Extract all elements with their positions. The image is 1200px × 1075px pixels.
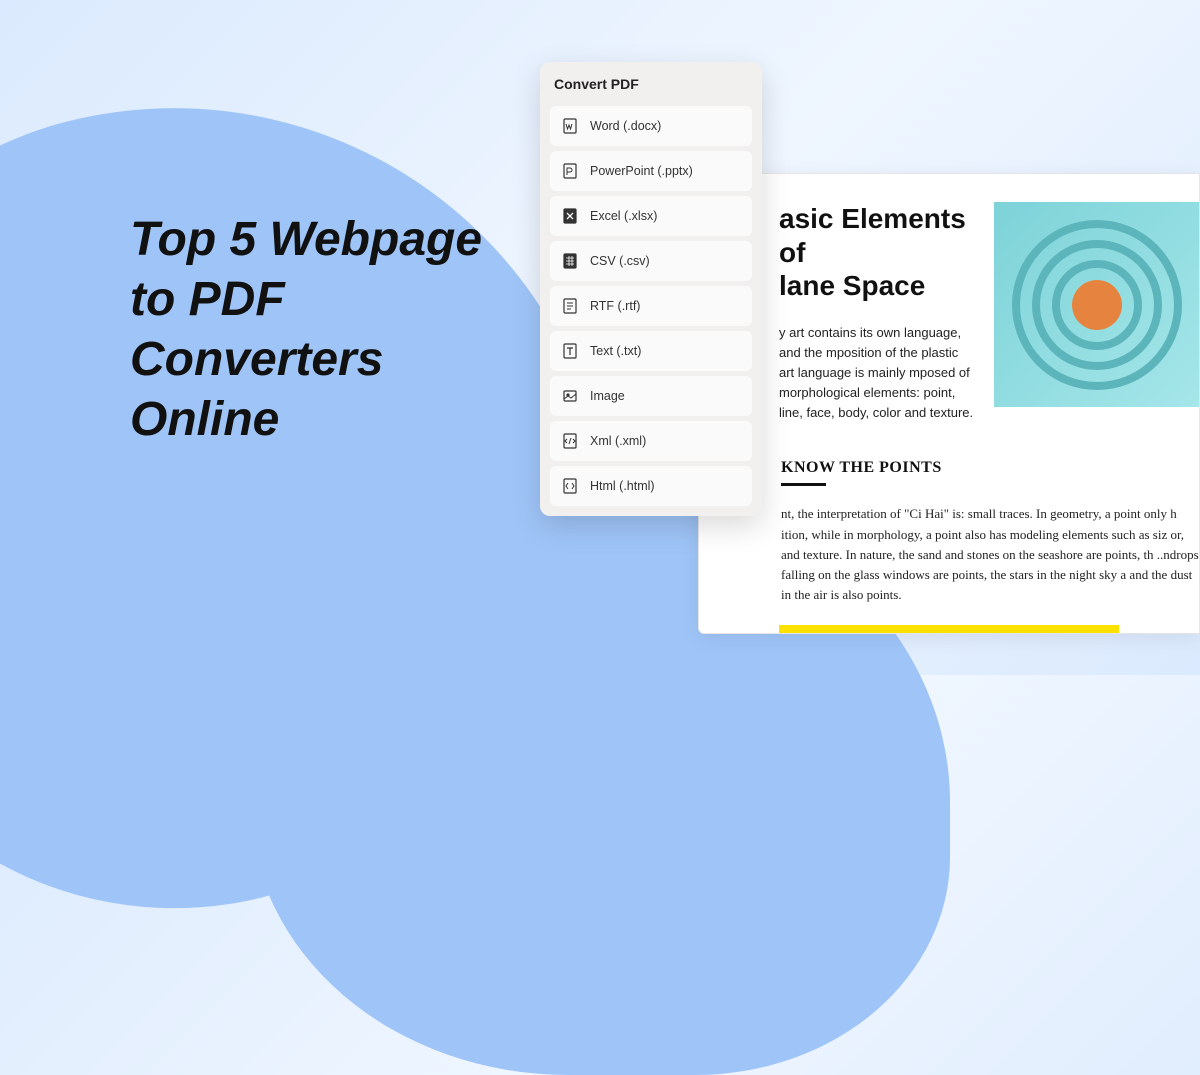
- section-heading: KNOW THE POINTS: [781, 459, 1199, 477]
- powerpoint-icon: [562, 163, 578, 179]
- option-label: Text (.txt): [590, 344, 641, 358]
- document-title: asic Elements of lane Space: [779, 202, 974, 303]
- option-label: Xml (.xml): [590, 434, 646, 448]
- word-icon: [562, 118, 578, 134]
- excel-icon: [562, 208, 578, 224]
- hero-title: Top 5 Webpage to PDF Converters Online: [130, 210, 530, 450]
- convert-options-list: Word (.docx) PowerPoint (.pptx) Excel (.…: [550, 106, 752, 506]
- convert-pdf-panel: Convert PDF Word (.docx) PowerPoint (.pp…: [540, 62, 762, 516]
- section-rule: [781, 483, 826, 486]
- text-icon: [562, 343, 578, 359]
- option-label: PowerPoint (.pptx): [590, 164, 693, 178]
- option-excel[interactable]: Excel (.xlsx): [550, 196, 752, 236]
- html-icon: [562, 478, 578, 494]
- option-label: Excel (.xlsx): [590, 209, 657, 223]
- option-rtf[interactable]: RTF (.rtf): [550, 286, 752, 326]
- option-powerpoint[interactable]: PowerPoint (.pptx): [550, 151, 752, 191]
- document-accent-bar: [779, 625, 1119, 633]
- image-icon: [562, 388, 578, 404]
- option-html[interactable]: Html (.html): [550, 466, 752, 506]
- option-csv[interactable]: CSV (.csv): [550, 241, 752, 281]
- rtf-icon: [562, 298, 578, 314]
- document-image: [994, 202, 1199, 407]
- document-paragraph: y art contains its own language, and the…: [779, 323, 974, 424]
- csv-icon: [562, 253, 578, 269]
- panel-title: Convert PDF: [550, 76, 752, 92]
- option-image[interactable]: Image: [550, 376, 752, 416]
- option-xml[interactable]: Xml (.xml): [550, 421, 752, 461]
- option-label: Html (.html): [590, 479, 655, 493]
- option-label: CSV (.csv): [590, 254, 650, 268]
- document-preview-card: asic Elements of lane Space y art contai…: [698, 173, 1200, 634]
- option-word[interactable]: Word (.docx): [550, 106, 752, 146]
- section-body: nt, the interpretation of "Ci Hai" is: s…: [781, 504, 1199, 605]
- option-label: Image: [590, 389, 625, 403]
- option-label: RTF (.rtf): [590, 299, 640, 313]
- xml-icon: [562, 433, 578, 449]
- option-text[interactable]: Text (.txt): [550, 331, 752, 371]
- option-label: Word (.docx): [590, 119, 661, 133]
